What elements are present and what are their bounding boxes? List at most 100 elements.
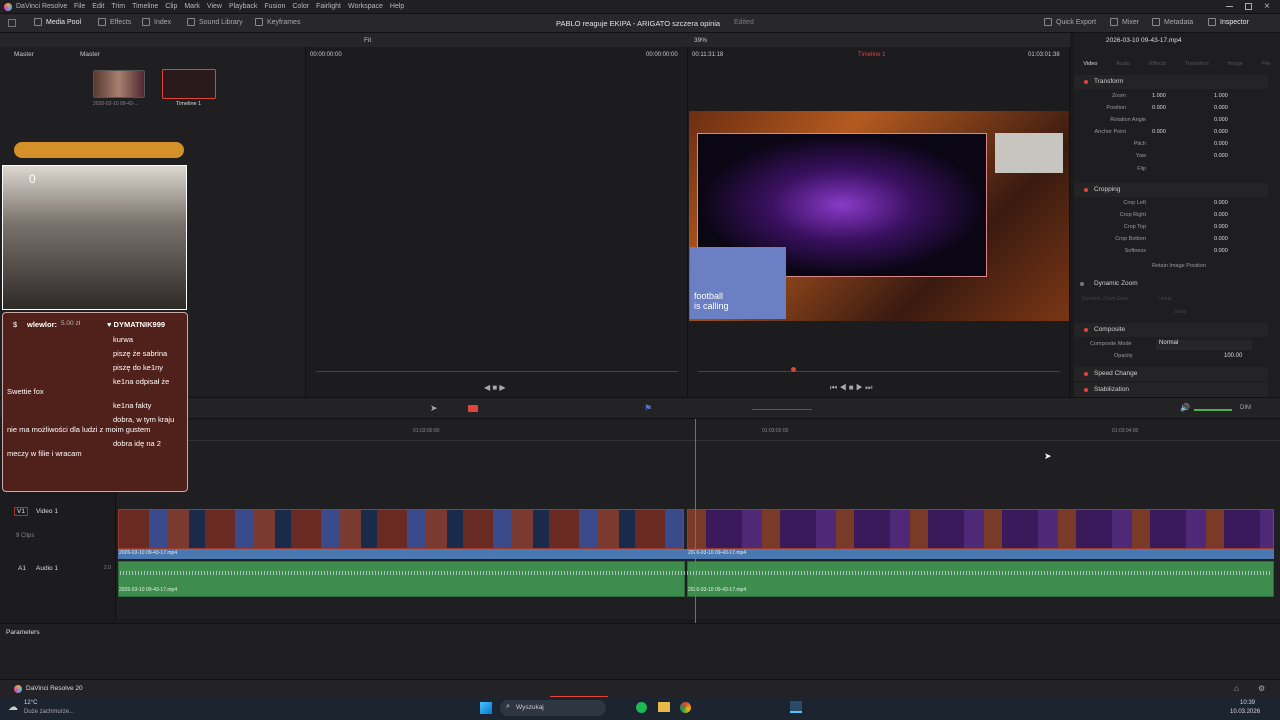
export-icon [1044, 18, 1052, 26]
file-explorer-icon[interactable] [658, 702, 670, 712]
spotify-icon[interactable] [636, 702, 647, 713]
menu-item-timeline[interactable]: Timeline [132, 3, 158, 10]
taskbar-search[interactable]: ⌕ Wyszukaj [500, 700, 606, 716]
source-play-icon[interactable]: ◀ ■ ▶ [484, 383, 506, 392]
menu-item-trim[interactable]: Trim [111, 3, 125, 10]
track-id-a1[interactable]: A1 [18, 565, 26, 572]
audio-clip[interactable] [687, 561, 1274, 597]
selection-tool-icon[interactable]: ➤ [430, 403, 438, 414]
value-crop-left[interactable]: 0.000 [1214, 200, 1228, 206]
menu-item-help[interactable]: Help [390, 3, 404, 10]
weather-icon[interactable]: ☁ [8, 702, 18, 713]
viewer-scrubber[interactable] [698, 371, 1060, 372]
settings-icon[interactable]: ⚙ [1258, 684, 1265, 693]
maximize-icon[interactable] [1245, 3, 1252, 10]
home-icon[interactable]: ⌂ [1234, 684, 1239, 693]
audio-clip[interactable] [118, 561, 685, 597]
track-id-v1[interactable]: V1 [14, 507, 28, 516]
track-name-audio[interactable]: Audio 1 [36, 565, 58, 572]
dim-button[interactable]: DIM [1240, 405, 1251, 411]
tab-video[interactable]: Video [1083, 49, 1097, 71]
video-clip[interactable] [687, 509, 1274, 549]
menu-item-file[interactable]: File [74, 3, 85, 10]
menu-item-workspace[interactable]: Workspace [348, 3, 383, 10]
metadata-button[interactable]: Metadata [1152, 18, 1193, 26]
menu-item-fairlight[interactable]: Fairlight [316, 3, 341, 10]
menu-item-view[interactable]: View [207, 3, 222, 10]
index-button[interactable]: Index [142, 18, 171, 26]
value-softness[interactable]: 0.000 [1214, 248, 1228, 254]
timeline-thumbnail[interactable] [162, 69, 216, 99]
value-position-y[interactable]: 0.000 [1214, 105, 1228, 111]
chat-message: dobra idę na 2 meczy w filie i wracam [7, 439, 161, 458]
menu-item-edit[interactable]: Edit [92, 3, 104, 10]
value-pitch[interactable]: 0.000 [1214, 141, 1228, 147]
menu-item-fusion[interactable]: Fusion [264, 3, 285, 10]
section-transform[interactable]: Transform [1074, 75, 1268, 89]
composite-mode-select[interactable]: Normal [1156, 340, 1252, 350]
media-pool-button[interactable]: Media Pool [34, 18, 81, 26]
section-stabilization[interactable]: Stabilization [1074, 383, 1268, 397]
tab-audio[interactable]: Audio [1116, 49, 1130, 71]
quick-export-button[interactable]: Quick Export [1044, 18, 1096, 26]
keyframes-button[interactable]: Keyframes [255, 18, 300, 26]
section-speed-change[interactable]: Speed Change [1074, 367, 1268, 381]
dynamic-zoom-swap[interactable]: Swap [1174, 309, 1187, 315]
zoom-slider[interactable] [752, 409, 812, 410]
panel-toggle-icon[interactable] [8, 19, 16, 27]
volume-slider[interactable] [1194, 409, 1232, 411]
video-clip[interactable] [118, 509, 684, 549]
track-name-video[interactable]: Video 1 [36, 508, 58, 515]
mixer-button[interactable]: Mixer [1110, 18, 1139, 26]
menu-item-mark[interactable]: Mark [184, 3, 200, 10]
section-dynamic-zoom[interactable]: Dynamic Zoom [1074, 277, 1268, 291]
value-yaw[interactable]: 0.000 [1214, 153, 1228, 159]
value-anchor-y[interactable]: 0.000 [1214, 129, 1228, 135]
value-anchor-x[interactable]: 0.000 [1152, 129, 1166, 135]
value-rotation[interactable]: 0.000 [1214, 117, 1228, 123]
sound-library-button[interactable]: Sound Library [187, 18, 243, 26]
menu-item-color[interactable]: Color [292, 3, 309, 10]
start-icon[interactable] [480, 702, 492, 714]
section-cropping[interactable]: Cropping [1074, 183, 1268, 197]
tab-effects[interactable]: Effects [1149, 49, 1166, 71]
menu-item-playback[interactable]: Playback [229, 3, 257, 10]
tab-transition[interactable]: Transition [1185, 49, 1209, 71]
minimize-icon[interactable] [1226, 6, 1233, 7]
source-scrubber[interactable] [316, 371, 678, 372]
clip-thumbnail[interactable] [93, 70, 145, 98]
page-edit-icon[interactable] [550, 680, 608, 698]
tab-file[interactable]: File [1262, 49, 1271, 71]
blade-tool-icon[interactable] [468, 405, 478, 412]
breadcrumb[interactable]: Master [80, 51, 100, 58]
inspector-button[interactable]: Inspector [1208, 18, 1249, 26]
close-icon[interactable]: × [1264, 1, 1270, 12]
opacity-value[interactable]: 100.00 [1224, 353, 1242, 359]
parameters-label[interactable]: Parameters [6, 629, 40, 636]
volume-icon[interactable]: 🔊 [1180, 403, 1190, 412]
value-position-x[interactable]: 0.000 [1152, 105, 1166, 111]
bin-master[interactable]: Master [14, 51, 34, 58]
viewer-playhead-marker[interactable] [791, 367, 796, 372]
viewer-zoom[interactable]: 39% [694, 37, 707, 44]
resolve-taskbar-icon[interactable] [790, 701, 802, 713]
viewer-play-icon[interactable]: ⏮ ◀ ■ ▶ ⏭ [830, 383, 872, 393]
value-crop-right[interactable]: 0.000 [1214, 212, 1228, 218]
mixer-label: Mixer [1122, 18, 1140, 26]
value-zoom-y[interactable]: 1.000 [1214, 93, 1228, 99]
value-crop-top[interactable]: 0.000 [1214, 224, 1228, 230]
retain-image-position[interactable]: Retain Image Position [1152, 263, 1206, 269]
timeline-ruler[interactable]: 01:03:00:00 01:03:02:00 01:03:04:00 [116, 419, 1280, 441]
tab-image[interactable]: Image [1228, 49, 1243, 71]
chrome-icon[interactable] [680, 702, 691, 713]
dynamic-zoom-ease-value[interactable]: Linear [1158, 296, 1172, 302]
section-composite[interactable]: Composite [1074, 323, 1268, 337]
audio-clip-label: 2026-03-10 09-43-17.mp4 [119, 587, 178, 593]
flag-icon[interactable]: ⚑ [644, 403, 652, 414]
menu-item-clip[interactable]: Clip [165, 3, 177, 10]
viewer-timeline-name[interactable]: Timeline 1 [858, 52, 885, 58]
source-zoom[interactable]: Fit [364, 37, 371, 44]
effects-button[interactable]: Effects [98, 18, 131, 26]
value-crop-bottom[interactable]: 0.000 [1214, 236, 1228, 242]
value-zoom-x[interactable]: 1.000 [1152, 93, 1166, 99]
